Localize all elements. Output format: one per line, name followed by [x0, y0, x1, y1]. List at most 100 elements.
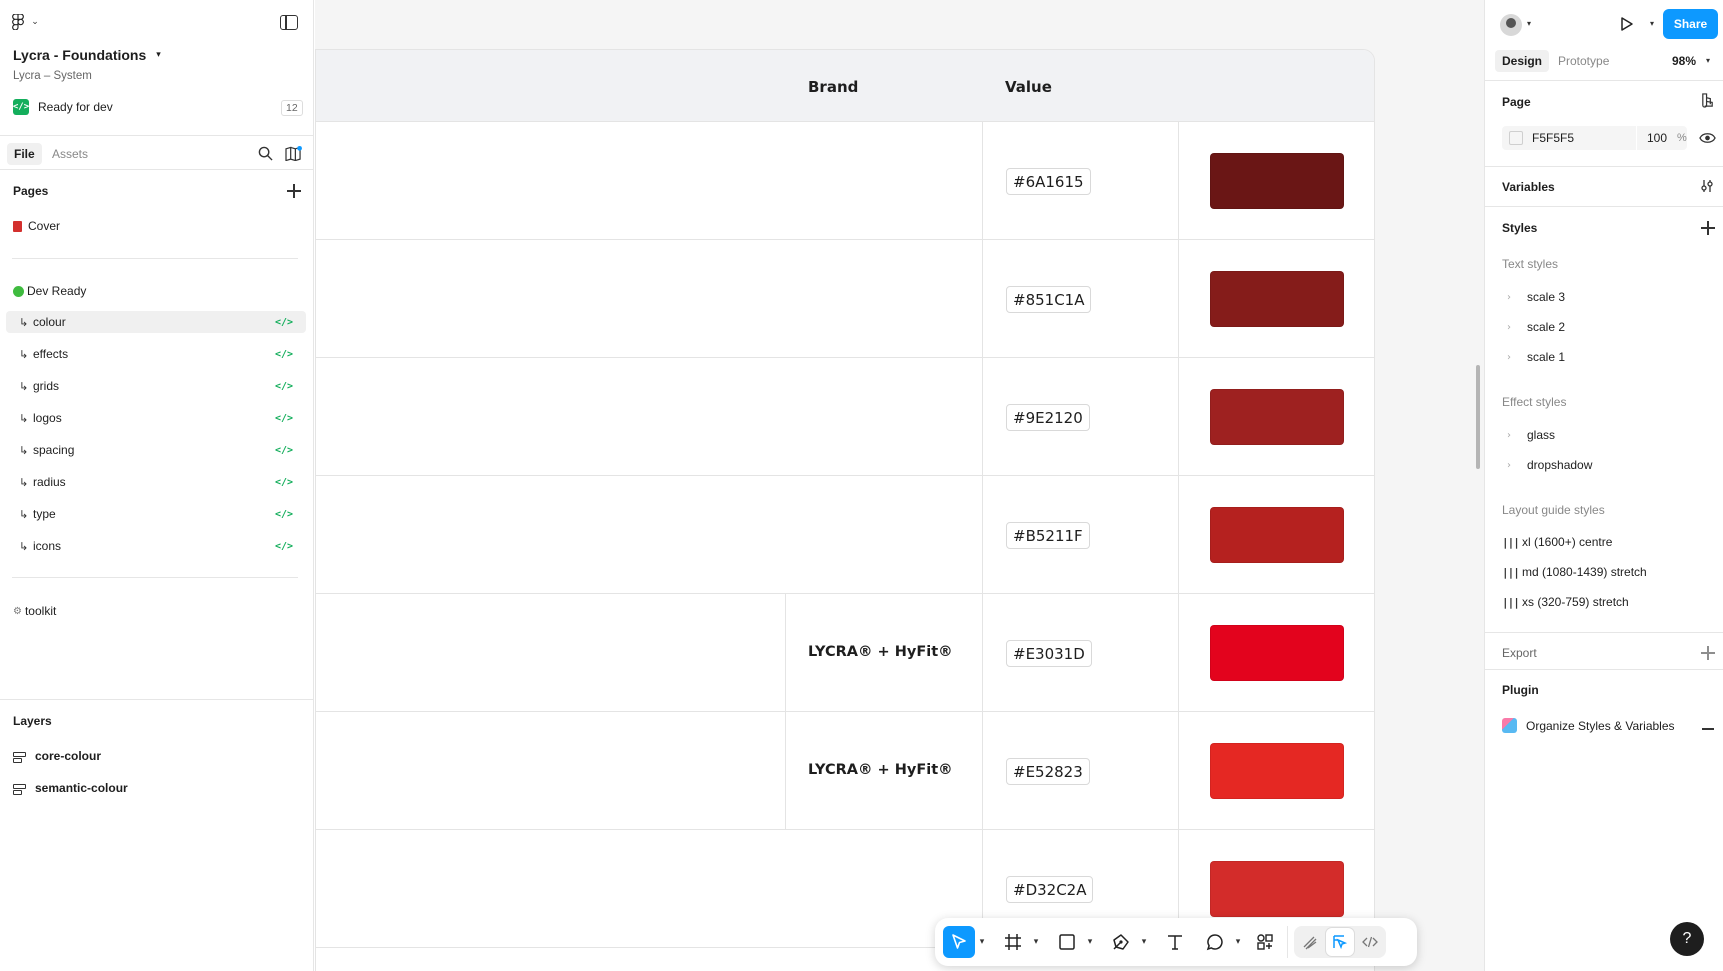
text-style-item[interactable]: › scale 3	[1507, 290, 1565, 304]
sidebar-item-effects[interactable]: ↳ effects </>	[6, 343, 306, 365]
draw-mode-button[interactable]	[1296, 928, 1324, 956]
play-icon[interactable]	[1620, 16, 1634, 32]
colour-swatch[interactable]	[1210, 271, 1344, 327]
table-row[interactable]: #6A1615	[316, 122, 1374, 240]
hex-value-chip[interactable]: #B5211F	[1006, 522, 1090, 549]
chevron-down-icon[interactable]: ▾	[1650, 19, 1654, 28]
main-menu-button[interactable]: ⌄	[12, 14, 42, 30]
page-toolkit[interactable]: ⚙ toolkit	[13, 604, 56, 618]
pen-tool-button[interactable]	[1105, 926, 1137, 958]
sidebar-item-label: logos	[33, 411, 62, 425]
chevron-down-icon[interactable]: ▾	[1029, 937, 1043, 947]
add-page-plus-icon[interactable]	[287, 184, 301, 198]
zoom-level[interactable]: 98%	[1672, 54, 1696, 68]
search-icon[interactable]	[258, 146, 273, 161]
sidebar-item-colour[interactable]: ↳ colour </>	[6, 311, 306, 333]
page-dev-ready[interactable]: Dev Ready	[13, 284, 86, 298]
table-row[interactable]: LYCRA® + HyFit® #E3031D	[316, 594, 1374, 712]
library-icon[interactable]	[285, 146, 302, 161]
actions-tool-button[interactable]	[1249, 926, 1281, 958]
text-styles-title: Text styles	[1502, 257, 1559, 271]
brand-cell: LYCRA® + HyFit®	[808, 762, 953, 778]
table-row[interactable]: #9E2120	[316, 358, 1374, 476]
ready-for-dev-link[interactable]: </> Ready for dev	[13, 99, 113, 115]
styles-palette-icon[interactable]	[1700, 93, 1715, 108]
add-style-plus-icon[interactable]	[1701, 221, 1715, 235]
tab-assets[interactable]: Assets	[45, 143, 95, 165]
sidebar-item-grids[interactable]: ↳ grids </>	[6, 375, 306, 397]
shape-tool-button[interactable]	[1051, 926, 1083, 958]
text-tool-button[interactable]	[1159, 926, 1191, 958]
hex-value-chip[interactable]: #E52823	[1006, 758, 1090, 785]
colour-swatch[interactable]	[1210, 153, 1344, 209]
sidebar-item-logos[interactable]: ↳ logos </>	[6, 407, 306, 429]
add-export-plus-icon[interactable]	[1701, 646, 1715, 660]
page-cover[interactable]: Cover	[13, 219, 60, 233]
hex-value-chip[interactable]: #6A1615	[1006, 168, 1091, 195]
frame-tool-button[interactable]	[997, 926, 1029, 958]
canvas-scrollbar[interactable]	[1476, 365, 1480, 469]
share-button[interactable]: Share	[1663, 9, 1718, 39]
chevron-down-icon[interactable]: ▾	[1137, 937, 1151, 947]
colour-swatch[interactable]	[1210, 625, 1344, 681]
text-style-item[interactable]: › scale 2	[1507, 320, 1565, 334]
layer-semantic-colour[interactable]: semantic-colour	[13, 781, 128, 795]
sidebar-item-type[interactable]: ↳ type </>	[6, 503, 306, 525]
hex-value-chip[interactable]: #D32C2A	[1006, 876, 1094, 903]
design-mode-button[interactable]	[1326, 928, 1354, 956]
colour-table-frame[interactable]: Brand Value #6A1615 #851C1A #9E2120 #B5211F…	[315, 49, 1375, 971]
effect-style-item[interactable]: › dropshadow	[1507, 458, 1592, 472]
tab-file[interactable]: File	[7, 143, 42, 165]
effect-style-item[interactable]: › glass	[1507, 428, 1555, 442]
sidebar-item-icons[interactable]: ↳ icons </>	[6, 535, 306, 557]
page-bg-hex[interactable]: F5F5F5	[1532, 131, 1636, 145]
canvas[interactable]: Brand Value #6A1615 #851C1A #9E2120 #B5211F…	[315, 0, 1485, 971]
chevron-down-icon[interactable]: ▾	[975, 937, 989, 947]
layout-guide-item[interactable]: ||| md (1080-1439) stretch	[1502, 565, 1647, 579]
sidebar-toggle-icon[interactable]	[280, 15, 298, 30]
page-section-title: Page	[1502, 95, 1531, 109]
layer-core-colour[interactable]: core-colour	[13, 749, 101, 763]
effect-style-label: dropshadow	[1527, 458, 1593, 472]
tab-prototype[interactable]: Prototype	[1551, 50, 1616, 72]
page-background-field[interactable]: F5F5F5 100 %	[1502, 126, 1687, 150]
variables-settings-icon[interactable]	[1700, 179, 1714, 193]
dev-mode-button[interactable]	[1356, 928, 1384, 956]
chevron-down-icon[interactable]: ▾	[1527, 19, 1531, 28]
sidebar-item-label: radius	[33, 475, 66, 489]
text-style-item[interactable]: › scale 1	[1507, 350, 1565, 364]
tab-design[interactable]: Design	[1495, 50, 1550, 72]
sidebar-item-spacing[interactable]: ↳ spacing </>	[6, 439, 306, 461]
colour-swatch[interactable]	[1210, 861, 1344, 917]
comment-tool-button[interactable]	[1199, 926, 1231, 958]
sidebar-item-radius[interactable]: ↳ radius </>	[6, 471, 306, 493]
eye-icon[interactable]	[1699, 131, 1716, 145]
colour-swatch[interactable]	[1210, 743, 1344, 799]
layout-guide-item[interactable]: ||| xs (320-759) stretch	[1502, 595, 1629, 609]
dev-code-icon: </>	[274, 476, 293, 488]
colour-swatch[interactable]	[1210, 389, 1344, 445]
plugin-organize-styles[interactable]: Organize Styles & Variables	[1502, 718, 1675, 733]
hex-value-chip[interactable]: #851C1A	[1006, 286, 1092, 313]
table-row[interactable]: #851C1A	[316, 240, 1374, 358]
move-tool-button[interactable]	[943, 926, 975, 958]
chevron-down-icon[interactable]: ▾	[1231, 937, 1245, 947]
page-bg-opacity[interactable]: 100	[1636, 126, 1667, 150]
hex-value-chip[interactable]: #E3031D	[1006, 640, 1092, 667]
help-button[interactable]: ?	[1670, 922, 1704, 956]
avatar[interactable]	[1500, 14, 1522, 36]
colour-swatch[interactable]	[1210, 507, 1344, 563]
chevron-down-icon[interactable]: ▾	[1083, 937, 1097, 947]
table-row[interactable]: #B5211F	[316, 476, 1374, 594]
ready-for-dev-label: Ready for dev	[38, 100, 113, 114]
table-row[interactable]: LYCRA® + HyFit® #E52823	[316, 712, 1374, 830]
dev-code-icon: </>	[274, 540, 293, 552]
hex-value-chip[interactable]: #9E2120	[1006, 404, 1090, 431]
layout-guide-item[interactable]: ||| xl (1600+) centre	[1502, 535, 1612, 549]
page-bg-swatch[interactable]	[1509, 131, 1523, 145]
chevron-right-icon: ›	[1507, 429, 1511, 441]
file-title[interactable]: Lycra - Foundations ▾	[13, 47, 161, 63]
chevron-down-icon[interactable]: ▾	[1706, 56, 1710, 65]
return-arrow-icon: ↳	[19, 475, 29, 489]
remove-plugin-minus-icon[interactable]	[1702, 728, 1714, 730]
